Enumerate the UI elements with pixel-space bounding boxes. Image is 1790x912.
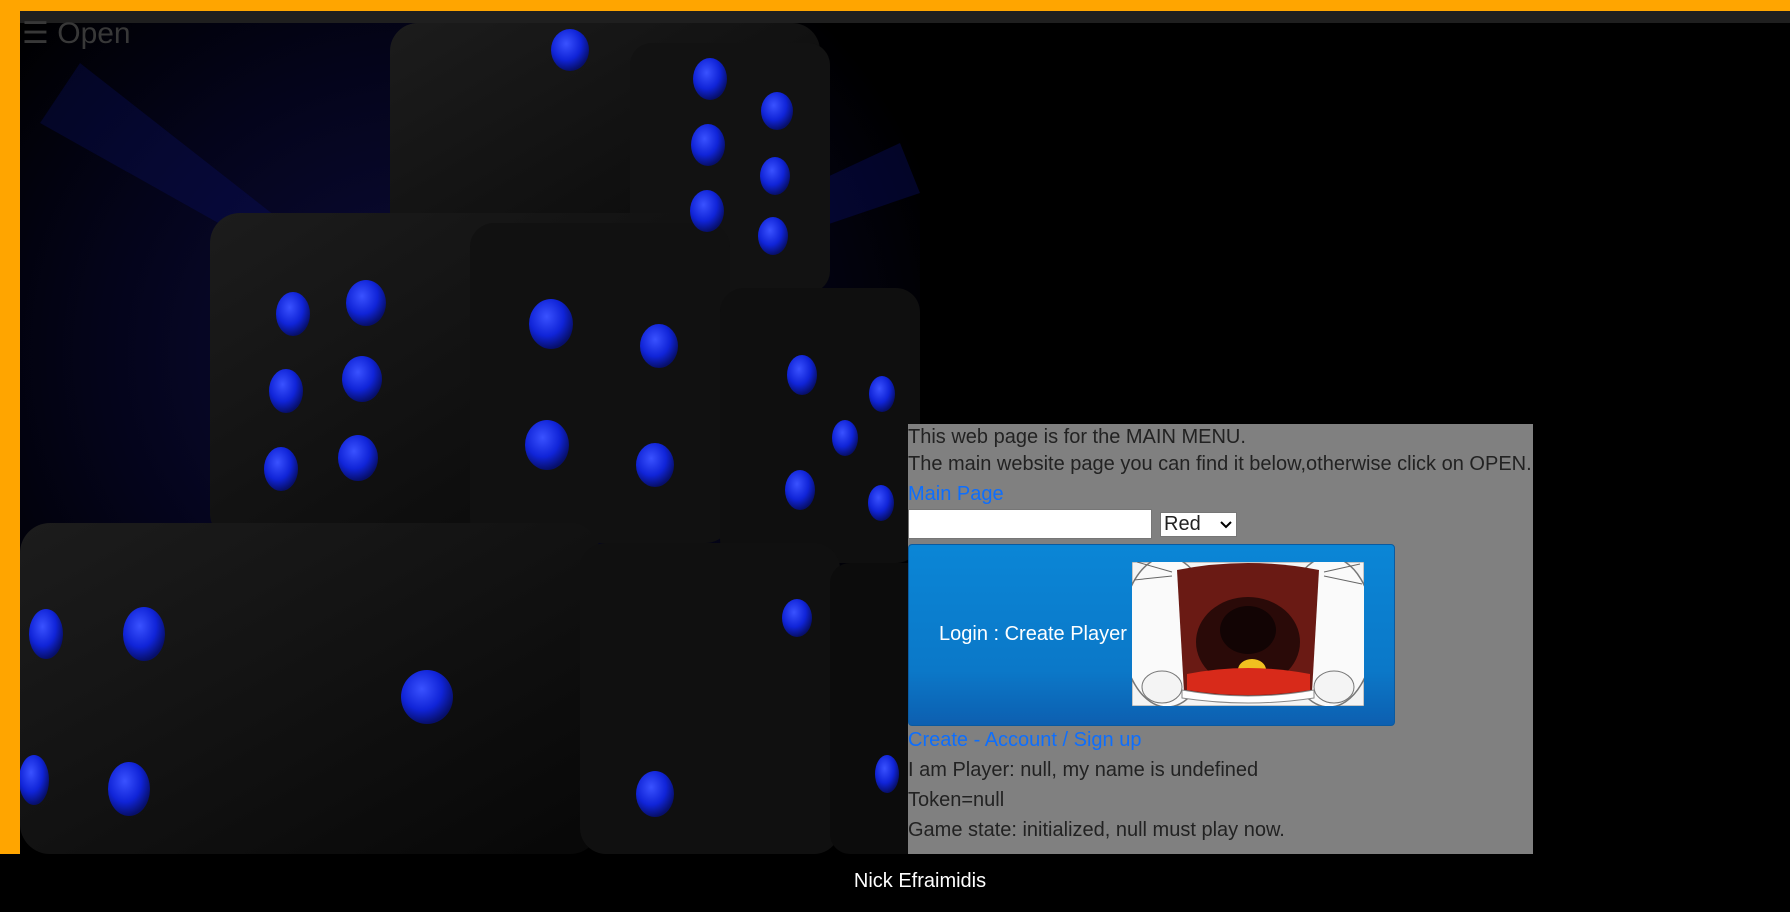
player-name-input[interactable]	[908, 509, 1152, 539]
chevron-down-icon	[1220, 520, 1232, 528]
footer: Nick Efraimidis	[0, 854, 1790, 912]
game-state-text: Game state: initialized, null must play …	[908, 819, 1285, 841]
instructions-text: The main website page you can find it be…	[908, 453, 1532, 475]
intro-text: This web page is for the MAIN MENU.	[908, 426, 1246, 448]
main-page-link[interactable]: Main Page	[908, 481, 1004, 507]
color-select-value: Red	[1164, 513, 1201, 535]
login-create-player-button[interactable]: Login : Create Player	[908, 544, 1395, 726]
top-accent-bar	[0, 0, 1790, 11]
page: ☰ Open This web page is for the MAIN MEN…	[0, 0, 1790, 912]
nav-strip	[20, 11, 1790, 23]
main-menu-panel: This web page is for the MAIN MENU. The …	[908, 424, 1533, 854]
left-accent-bar	[0, 0, 20, 854]
open-menu-label: ☰ Open	[22, 17, 131, 50]
login-button-label: Login : Create Player	[939, 623, 1127, 645]
create-account-link[interactable]: Create - Account / Sign up	[908, 727, 1141, 753]
footer-author: Nick Efraimidis	[853, 870, 987, 892]
player-status-text: I am Player: null, my name is undefined	[908, 759, 1259, 781]
open-menu-button[interactable]: ☰ Open	[22, 16, 131, 52]
token-status-text: Token=null	[908, 789, 1005, 811]
color-select[interactable]: Red	[1160, 512, 1237, 537]
cartoon-mouth-image	[1132, 562, 1364, 706]
